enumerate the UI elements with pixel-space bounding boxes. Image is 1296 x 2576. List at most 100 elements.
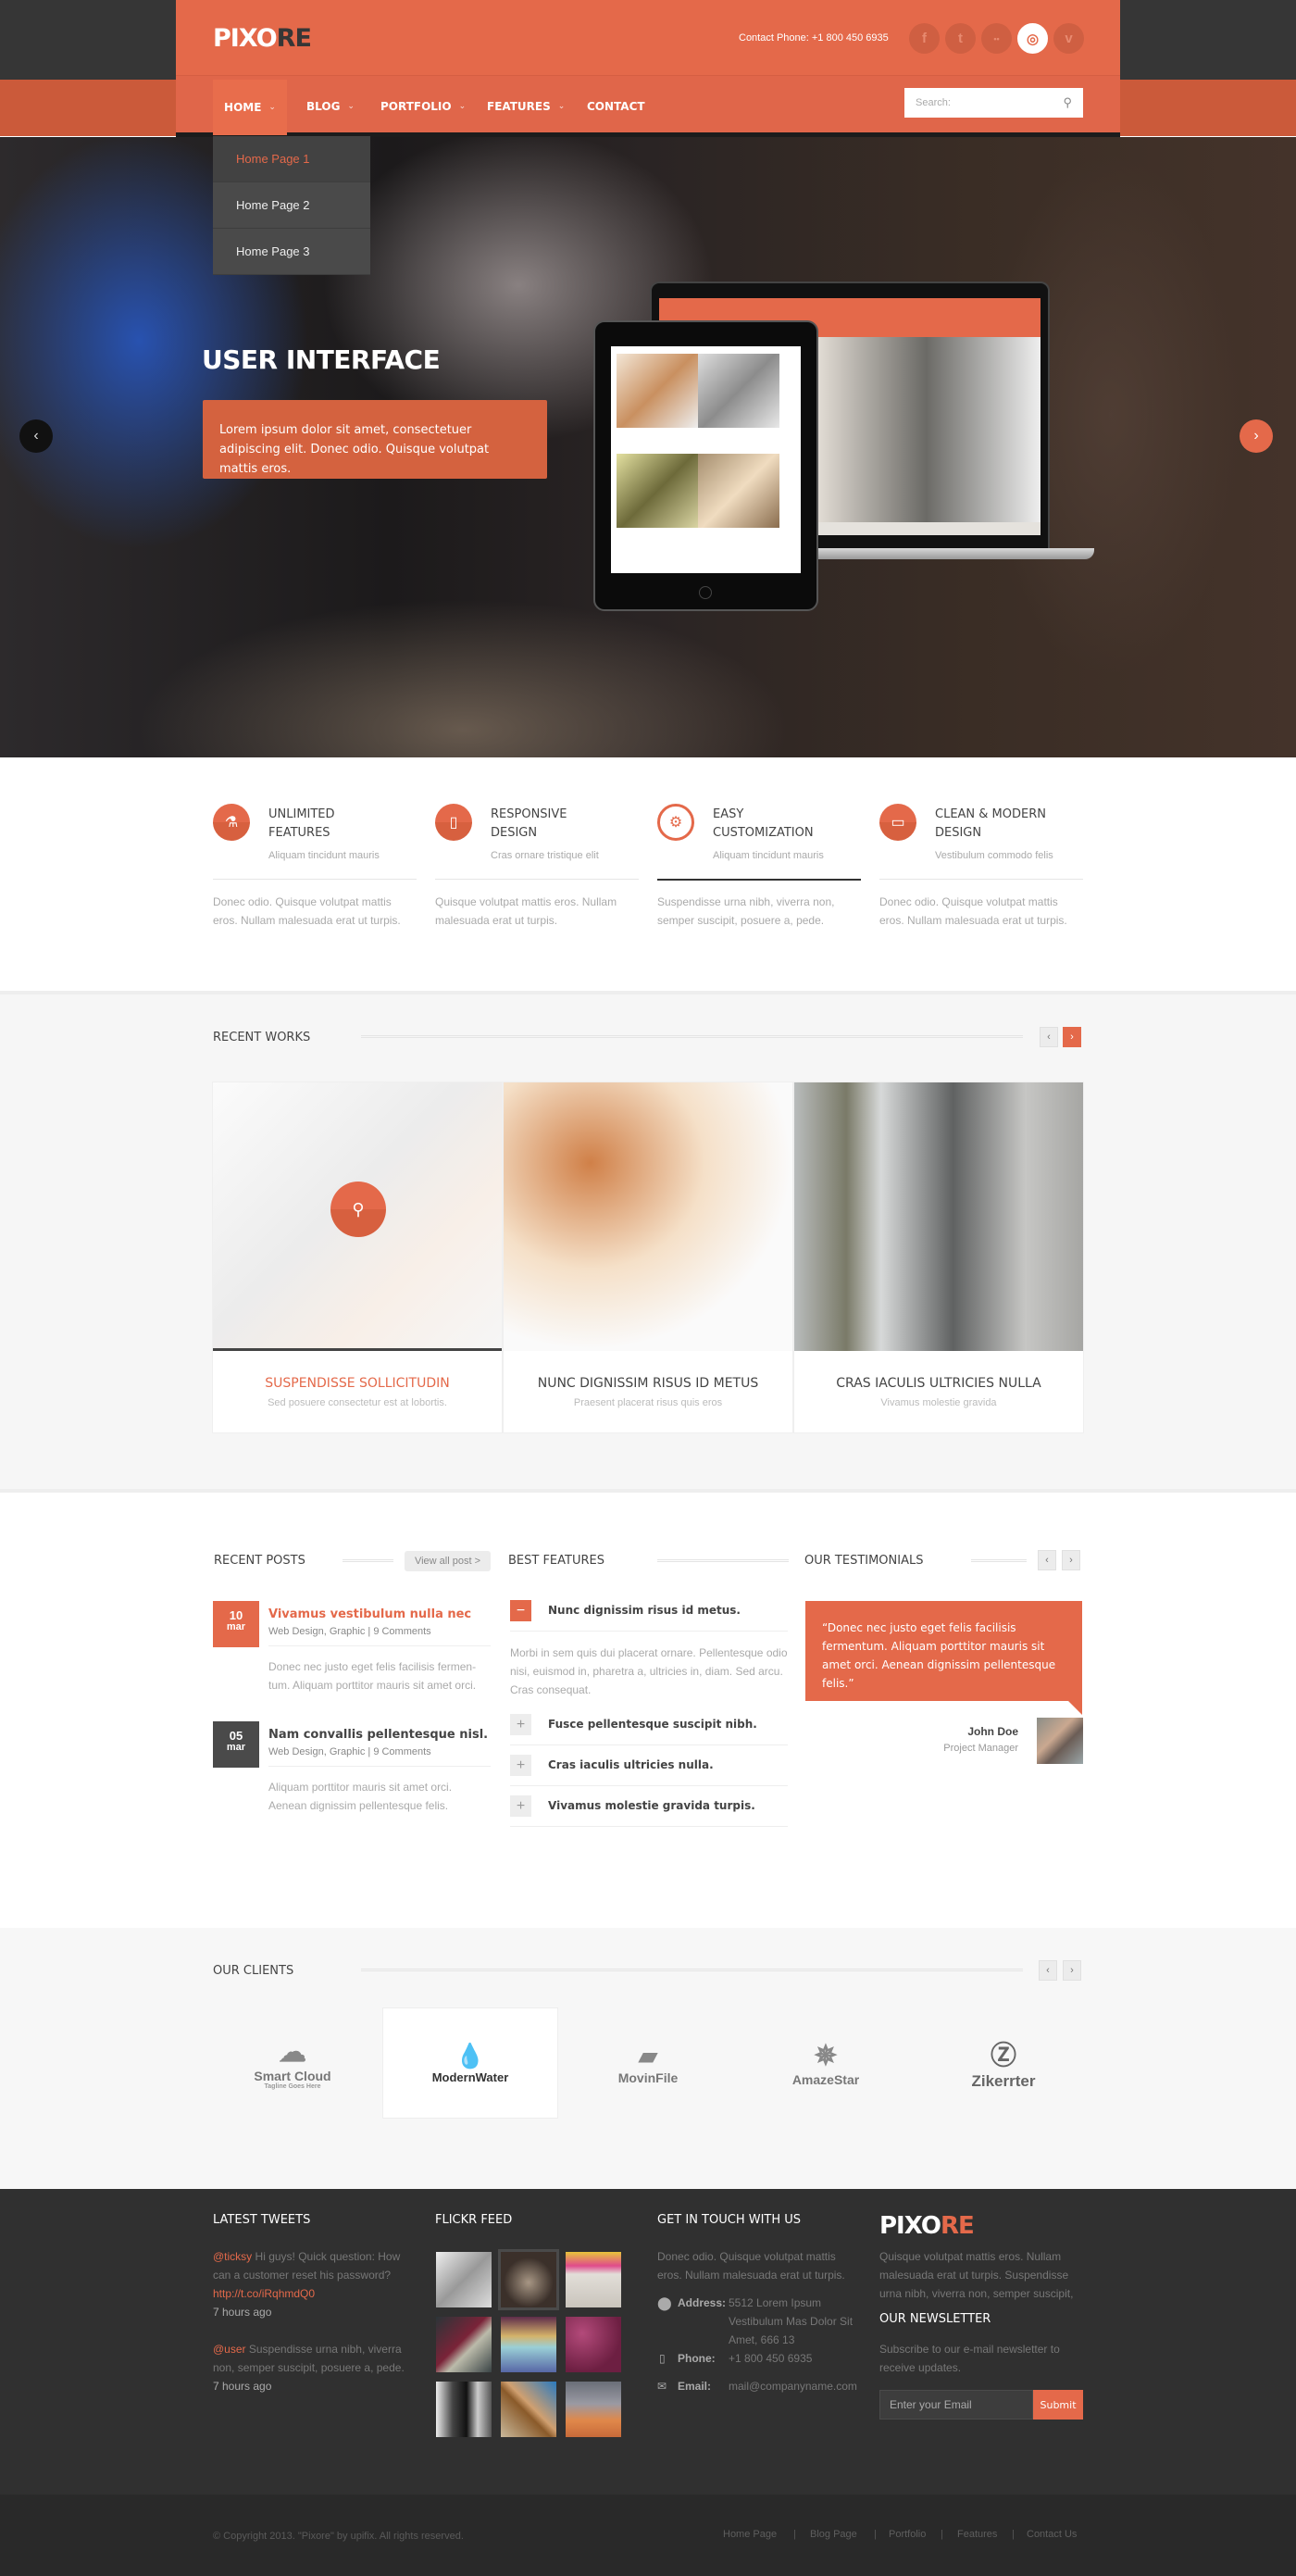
accordion-title[interactable]: Vivamus molestie gravida turpis. [548,1799,755,1812]
client-logo-smart-cloud[interactable]: ☁ Smart Cloud Tagline Goes Here [245,2007,340,2119]
divider [657,1559,789,1562]
flickr-thumb[interactable] [436,2382,492,2437]
twitter-icon[interactable]: t [945,23,976,54]
accordion-expand-button[interactable]: + [510,1755,531,1776]
nav-portfolio[interactable]: PORTFOLIO ⌄ [380,80,466,133]
accordion-title[interactable]: Cras iaculis ultricies nulla. [548,1758,714,1771]
client-logo-zikerrter[interactable]: Ⓩ Zikerrter [956,2007,1051,2119]
footer-link-features[interactable]: Features [957,2529,997,2540]
testimonial-name: John Doe [967,1725,1018,1738]
divider [361,1969,1023,1971]
home-dropdown-menu: Home Page 1 Home Page 2 Home Page 3 [213,136,370,275]
get-in-touch-title: GET IN TOUCH WITH US [657,2213,802,2227]
tweet: @user Suspendisse urna nibh, viverra non… [213,2343,405,2393]
phone-icon: ▯ [659,2352,666,2365]
divider [971,1559,1027,1562]
email-link[interactable]: mail@companyname.com [729,2377,857,2395]
flickr-feed-title: FLICKR FEED [435,2213,513,2227]
flickr-thumb[interactable] [501,2317,556,2372]
works-next-button[interactable]: › [1063,1027,1081,1047]
post-meta: Web Design, Graphic | 9 Comments [268,1626,431,1637]
footer-bottom-bar [0,2495,1296,2576]
client-logo-amazestar[interactable]: ✵ AmazeStar [779,2007,873,2119]
post-title[interactable]: Vivamus vestibulum nulla nec [268,1607,471,1621]
works-prev-button[interactable]: ‹ [1040,1027,1058,1047]
accordion-collapse-button[interactable]: − [510,1600,531,1621]
testimonials-next-button[interactable]: › [1062,1550,1080,1570]
flickr-icon[interactable]: •• [981,23,1012,54]
hero-title: USER INTERFACE [202,344,441,375]
flickr-thumb[interactable] [566,2252,621,2307]
newsletter-submit-button[interactable]: Submit [1033,2390,1083,2420]
client-logo-modernwater[interactable]: 💧 ModernWater [423,2007,517,2119]
dropdown-item-home-3[interactable]: Home Page 3 [213,229,370,275]
flickr-thumb[interactable] [501,2382,556,2437]
post-title[interactable]: Nam convallis pellentesque nisl. [268,1728,488,1742]
work-item[interactable]: ⚲ SUSPENDISSE SOLLICITUDIN Sed posuere c… [212,1082,503,1433]
newsletter-text: Subscribe to our e-mail newsletter to re… [879,2343,1060,2374]
tablet-mockup [593,320,818,611]
testimonials-title: OUR TESTIMONIALS [804,1554,924,1568]
work-item[interactable]: CRAS IACULIS ULTRICIES NULLA Vivamus mol… [793,1082,1084,1433]
footer-link-blog[interactable]: Blog Page [810,2529,857,2540]
post-excerpt: Aliquam porttitor mauris sit amet orci. … [268,1781,453,1812]
search-icon[interactable]: ⚲ [1063,95,1072,110]
mobile-icon: ▯ [435,804,472,841]
accordion-expand-button[interactable]: + [510,1714,531,1735]
view-all-posts-button[interactable]: View all post > [405,1551,491,1571]
footer-link-contact[interactable]: Contact Us [1027,2529,1077,2540]
testimonials-prev-button[interactable]: ‹ [1038,1550,1056,1570]
dropdown-item-home-2[interactable]: Home Page 2 [213,182,370,229]
flickr-thumb[interactable] [436,2317,492,2372]
cloud-icon: ☁ [279,2037,306,2068]
star-icon: ✵ [814,2040,838,2071]
facebook-icon[interactable]: f [909,23,940,54]
slider-prev-button[interactable]: ‹ [19,419,53,453]
footer-link-portfolio[interactable]: Portfolio [889,2529,926,2540]
work-item[interactable]: NUNC DIGNISSIM RISUS ID METUS Praesent p… [503,1082,793,1433]
footer [0,2189,1296,2495]
nav-features[interactable]: FEATURES ⌄ [487,80,565,133]
recent-posts-title: RECENT POSTS [214,1554,305,1568]
search-input[interactable]: Search: ⚲ [904,88,1083,118]
flickr-thumb[interactable] [436,2252,492,2307]
phone-value: +1 800 450 6935 [729,2352,813,2365]
nav-home[interactable]: HOME ⌄ [213,80,287,135]
recent-works-title: RECENT WORKS [213,1031,311,1044]
gear-icon: ⚙ [657,804,694,841]
post-date: 05 mar [213,1721,259,1768]
tweet: @ticksy Hi guys! Quick question: How can… [213,2250,401,2319]
clients-title: OUR CLIENTS [213,1964,294,1978]
clients-prev-button[interactable]: ‹ [1039,1960,1057,1981]
tweet-link[interactable]: http://t.co/iRqhmdQ0 [213,2287,315,2300]
monitor-icon: ▭ [879,804,916,841]
chevron-down-icon: ⌄ [347,102,355,111]
logo[interactable]: PIXORE [213,24,312,53]
nav-contact[interactable]: CONTACT [587,80,645,133]
clients-next-button[interactable]: › [1063,1960,1081,1981]
accordion-title[interactable]: Nunc dignissim risus id metus. [548,1604,741,1617]
client-logo-movinfile[interactable]: ▰ MovinFile [601,2007,695,2119]
quote-tail [1068,1701,1082,1715]
copyright: © Copyright 2013. "Pixore" by upifix. Al… [213,2531,464,2542]
slider-next-button[interactable]: › [1240,419,1273,453]
newsletter-email-input[interactable]: Enter your Email [879,2390,1033,2420]
latest-tweets-title: LATEST TWEETS [213,2213,311,2227]
footer-link-home[interactable]: Home Page [723,2529,777,2540]
hero-caption: Lorem ipsum dolor sit amet, consectetuer… [203,400,547,479]
contact-phone: Contact Phone: +1 800 450 6935 [739,32,889,44]
dropdown-item-home-1[interactable]: Home Page 1 [213,136,370,182]
accordion-title[interactable]: Fusce pellentesque suscipit nibh. [548,1718,757,1731]
vimeo-icon[interactable]: v [1053,23,1084,54]
zoom-icon[interactable]: ⚲ [330,1182,386,1237]
post-meta: Web Design, Graphic | 9 Comments [268,1746,431,1757]
flickr-thumb[interactable] [498,2249,559,2310]
flickr-thumb[interactable] [566,2317,621,2372]
nav-blog[interactable]: BLOG ⌄ [306,80,355,133]
work-image [794,1082,1083,1351]
flickr-thumb[interactable] [566,2382,621,2437]
accordion-expand-button[interactable]: + [510,1795,531,1817]
testimonial-quote: “Donec nec justo eget felis facilisis fe… [805,1601,1082,1701]
dribbble-icon[interactable]: ◎ [1017,23,1048,54]
file-icon: ▰ [639,2041,657,2070]
